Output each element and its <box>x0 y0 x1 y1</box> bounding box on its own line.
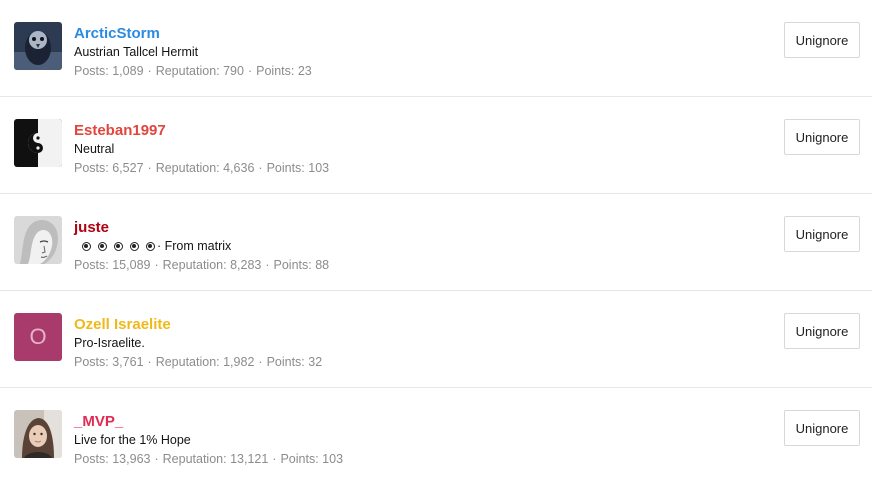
posts-label: Posts: <box>74 64 109 78</box>
face-sketch-avatar[interactable] <box>14 216 62 264</box>
user-stats: Posts: 3,761 · Reputation: 1,982 · Points: 3… <box>74 354 752 371</box>
user-stats: Posts: 6,527 · Reputation: 4,636 · Points: 1… <box>74 160 752 177</box>
user-info: juste · From matrix Posts: 15,089 · Reputa… <box>74 218 752 274</box>
username-link[interactable]: Esteban1997 <box>74 121 166 141</box>
bird-photo-avatar[interactable] <box>14 22 62 70</box>
points-count: 88 <box>315 258 330 272</box>
reputation-label: Reputation: <box>162 258 227 272</box>
separator: · <box>258 161 263 175</box>
points-count: 103 <box>308 161 330 175</box>
points-label: Points: <box>280 452 319 466</box>
user-row: ArcticStorm Austrian Tallcel Hermit Post… <box>0 0 872 97</box>
star-icon <box>130 242 139 251</box>
points-count: 103 <box>322 452 344 466</box>
posts-label: Posts: <box>74 161 109 175</box>
user-info: Esteban1997 Neutral Posts: 6,527 · Reputat… <box>74 121 752 177</box>
posts-count: 6,527 <box>112 161 144 175</box>
reputation-label: Reputation: <box>155 355 220 369</box>
user-title-text: Pro-Israelite. <box>74 336 145 350</box>
reputation-label: Reputation: <box>155 161 220 175</box>
posts-count: 3,761 <box>112 355 144 369</box>
user-title: Austrian Tallcel Hermit <box>74 44 752 61</box>
posts-count: 15,089 <box>112 258 151 272</box>
separator: · <box>247 64 253 78</box>
posts-label: Posts: <box>74 452 109 466</box>
reputation-count: 13,121 <box>230 452 269 466</box>
username-link[interactable]: ArcticStorm <box>74 24 160 44</box>
user-stats: Posts: 1,089 · Reputation: 790 · Points: 23 <box>74 63 752 80</box>
posts-count: 13,963 <box>112 452 151 466</box>
separator: · <box>147 64 152 78</box>
user-title: Live for the 1% Hope <box>74 432 752 449</box>
unignore-button[interactable]: Unignore <box>784 410 860 446</box>
points-label: Points: <box>273 258 312 272</box>
unignore-button[interactable]: Unignore <box>784 216 860 252</box>
reputation-label: Reputation: <box>162 452 227 466</box>
letter-avatar[interactable]: O <box>14 313 62 361</box>
star-icon <box>98 242 107 251</box>
separator: · <box>147 161 152 175</box>
points-label: Points: <box>266 355 305 369</box>
user-row: O Ozell Israelite Pro-Israelite. Posts: … <box>0 291 872 388</box>
user-stats: Posts: 13,963 · Reputation: 13,121 · Points:… <box>74 451 752 468</box>
separator: · <box>265 258 270 272</box>
user-title-text: Neutral <box>74 142 115 156</box>
reputation-label: Reputation: <box>155 64 220 78</box>
separator: · <box>154 258 159 272</box>
star-icon <box>146 242 155 251</box>
yin-yang-avatar[interactable] <box>14 119 62 167</box>
reputation-count: 4,636 <box>223 161 255 175</box>
user-info: ArcticStorm Austrian Tallcel Hermit Post… <box>74 24 752 80</box>
points-count: 23 <box>297 64 312 78</box>
unignore-button[interactable]: Unignore <box>784 119 860 155</box>
rank-stars <box>82 242 162 251</box>
points-label: Points: <box>256 64 295 78</box>
user-row: Esteban1997 Neutral Posts: 6,527 · Reputat… <box>0 97 872 194</box>
person-photo-avatar[interactable] <box>14 410 62 458</box>
username-link[interactable]: _MVP_ <box>74 412 123 432</box>
posts-label: Posts: <box>74 258 109 272</box>
separator: · <box>258 355 263 369</box>
separator: · <box>272 452 277 466</box>
user-title-text: Live for the 1% Hope <box>74 433 191 447</box>
separator: · <box>154 452 159 466</box>
user-title-text: Austrian Tallcel Hermit <box>74 45 199 59</box>
posts-label: Posts: <box>74 355 109 369</box>
unignore-button[interactable]: Unignore <box>784 22 860 58</box>
star-icon <box>82 242 91 251</box>
posts-count: 1,089 <box>112 64 144 78</box>
user-title: · From matrix <box>74 238 752 255</box>
reputation-count: 8,283 <box>230 258 262 272</box>
user-info: _MVP_ Live for the 1% Hope Posts: 13,963… <box>74 412 752 468</box>
user-title: Neutral <box>74 141 752 158</box>
reputation-count: 790 <box>223 64 244 78</box>
points-label: Points: <box>266 161 305 175</box>
user-title-text: · From matrix <box>157 239 232 253</box>
unignore-button[interactable]: Unignore <box>784 313 860 349</box>
separator: · <box>147 355 152 369</box>
star-icon <box>114 242 123 251</box>
user-stats: Posts: 15,089 · Reputation: 8,283 · Points: … <box>74 257 752 274</box>
user-row: juste · From matrix Posts: 15,089 · Reputa… <box>0 194 872 291</box>
user-info: Ozell Israelite Pro-Israelite. Posts: 3,… <box>74 315 752 371</box>
points-count: 32 <box>308 355 323 369</box>
username-link[interactable]: juste <box>74 218 109 238</box>
ignored-users-list: ArcticStorm Austrian Tallcel Hermit Post… <box>0 0 872 484</box>
username-link[interactable]: Ozell Israelite <box>74 315 171 335</box>
reputation-count: 1,982 <box>223 355 255 369</box>
user-title: Pro-Israelite. <box>74 335 752 352</box>
